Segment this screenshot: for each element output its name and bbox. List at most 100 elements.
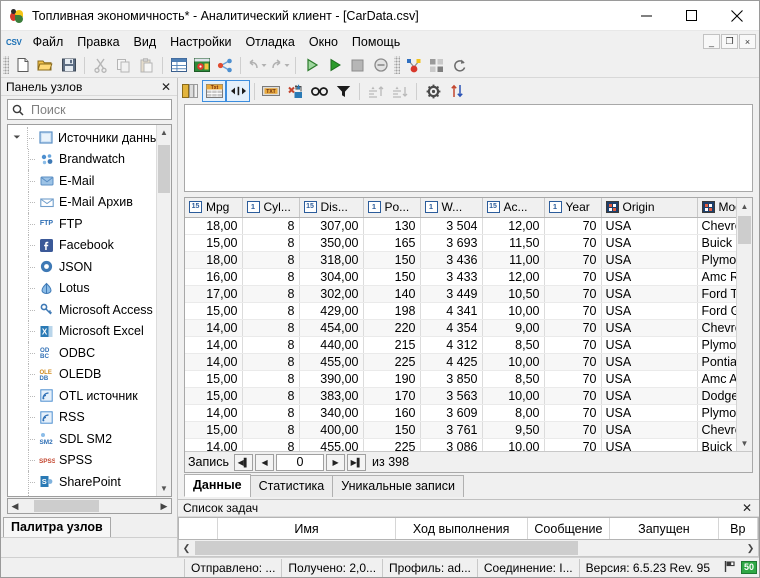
scroll-up-icon[interactable]: ▲ [737, 198, 752, 214]
column-header-mpg[interactable]: Mpg [185, 198, 243, 218]
close-icon[interactable]: ✕ [159, 80, 173, 94]
tree-scroll-thumb[interactable] [158, 145, 170, 193]
table-row[interactable]: 18,008318,001503 43611,0070USAPlymouth S… [185, 251, 736, 269]
open-folder-icon[interactable] [34, 54, 57, 76]
run-all-icon[interactable] [323, 54, 346, 76]
scroll-down-icon[interactable]: ▼ [157, 481, 171, 496]
chevron-down-icon[interactable]: ⏷ [11, 132, 23, 143]
task-column-index[interactable] [179, 518, 219, 539]
text-field-icon[interactable]: TXT [259, 80, 283, 102]
tree-hscroll-thumb[interactable] [34, 500, 99, 512]
toolbar-grip-2[interactable] [394, 56, 400, 74]
tab-statistics[interactable]: Статистика [249, 475, 334, 497]
tree-item-otl-source[interactable]: OTL источник [8, 385, 156, 407]
task-hscroll-track[interactable] [194, 540, 743, 556]
last-record-icon[interactable]: ▶▌ [347, 453, 367, 471]
settings-gear-icon[interactable] [421, 80, 445, 102]
fit-columns-icon[interactable] [226, 80, 250, 102]
tree-item-brandwatch[interactable]: Brandwatch [8, 148, 156, 171]
grid-scroll-track[interactable] [737, 214, 752, 435]
table-row[interactable]: 14,008340,001603 6098,0070USAPlymouth 'C… [185, 404, 736, 422]
menu-edit[interactable]: Правка [70, 33, 126, 51]
tree-item-email-archive[interactable]: E-Mail Архив [8, 191, 156, 214]
sort-asc-icon[interactable] [364, 80, 388, 102]
tree-item-facebook[interactable]: Facebook [8, 234, 156, 257]
table-row[interactable]: 15,008429,001984 34110,0070USAFord Galax… [185, 302, 736, 320]
redo-icon[interactable] [268, 54, 291, 76]
grid-scroll-thumb[interactable] [738, 216, 751, 244]
mdi-close-button[interactable]: × [739, 34, 756, 49]
share-node-icon[interactable] [213, 54, 236, 76]
column-header-weight[interactable]: W... [420, 198, 483, 218]
workflow-canvas[interactable] [184, 104, 753, 192]
tab-node-palette[interactable]: Палитра узлов [3, 517, 111, 537]
task-hscroll-thumb[interactable] [195, 541, 579, 555]
menu-debug[interactable]: Отладка [238, 33, 301, 51]
export-excel-icon[interactable] [283, 80, 307, 102]
toolbar-grip[interactable] [3, 56, 9, 74]
task-column-started[interactable]: Запущен [610, 518, 719, 539]
mdi-restore-button[interactable]: ❐ [721, 34, 738, 49]
table-row[interactable]: 15,008390,001903 8508,5070USAAmc Ambassa… [185, 370, 736, 388]
tree-vertical-scrollbar[interactable]: ▲ ▼ [156, 125, 171, 496]
table-row[interactable]: 18,008307,001303 50412,0070USAChevrolet … [185, 217, 736, 235]
table-row[interactable]: 14,008454,002204 3549,0070USAChevrolet I… [185, 319, 736, 337]
table-row[interactable]: 14,008455,002254 42510,0070USAPontiac Ca… [185, 353, 736, 371]
tree-item-spss[interactable]: SPSS SPSS [8, 449, 156, 472]
first-record-icon[interactable]: ◀▌ [234, 453, 254, 471]
tree-item-ms-excel[interactable]: X Microsoft Excel [8, 320, 156, 343]
tree-item-sharepoint[interactable]: S SharePoint [8, 471, 156, 493]
column-header-displacement[interactable]: Dis... [299, 198, 364, 218]
menu-settings[interactable]: Настройки [163, 33, 238, 51]
tree-item-odbc[interactable]: OD BC ODBC [8, 342, 156, 364]
next-record-icon[interactable]: ▶ [326, 453, 346, 471]
cut-icon[interactable] [89, 54, 112, 76]
tree-item-twitter[interactable]: Twitter [8, 492, 156, 496]
grid-vertical-scrollbar[interactable]: ▲ ▼ [736, 198, 752, 451]
table-row[interactable]: 17,008302,001403 44910,5070USAFord Torin… [185, 285, 736, 303]
cancel-icon[interactable] [369, 54, 392, 76]
tree-item-ftp[interactable]: FTP FTP [8, 213, 156, 235]
scroll-left-icon[interactable]: ❮ [179, 543, 194, 554]
search-input[interactable] [29, 101, 167, 118]
task-column-name[interactable]: Имя [218, 518, 396, 539]
split-view-icon[interactable] [178, 80, 202, 102]
menu-file[interactable]: Файл [26, 33, 71, 51]
menu-help[interactable]: Помощь [345, 33, 407, 51]
tab-unique-records[interactable]: Уникальные записи [332, 475, 464, 497]
table-row[interactable]: 16,008304,001503 43312,0070USAAmc Rebel … [185, 268, 736, 286]
tab-data[interactable]: Данные [184, 474, 251, 497]
table-row[interactable]: 15,008383,001703 56310,0070USADodge Chal… [185, 387, 736, 405]
refresh-icon[interactable] [448, 54, 471, 76]
tree-item-lotus[interactable]: Lotus [8, 277, 156, 300]
tree-hscroll-track[interactable] [22, 499, 157, 513]
column-header-year[interactable]: Year [544, 198, 602, 218]
table-row[interactable]: 14,008440,002154 3128,5070USAPlymouth Fu… [185, 336, 736, 354]
sort-updown-icon[interactable] [445, 80, 469, 102]
tree-item-ms-access[interactable]: Microsoft Access [8, 299, 156, 321]
run-icon[interactable] [300, 54, 323, 76]
scroll-up-icon[interactable]: ▲ [157, 125, 171, 140]
save-icon[interactable] [57, 54, 80, 76]
menu-window[interactable]: Окно [302, 33, 345, 51]
task-column-message[interactable]: Сообщение [527, 518, 611, 539]
paste-icon[interactable] [135, 54, 158, 76]
task-column-progress[interactable]: Ход выполнения [395, 518, 528, 539]
close-icon[interactable]: ✕ [740, 501, 754, 515]
column-header-cylinders[interactable]: Cyl... [242, 198, 300, 218]
grid-headers-icon[interactable]: Txt [202, 80, 226, 102]
node-palette-icon[interactable] [402, 54, 425, 76]
previous-record-icon[interactable]: ◀ [255, 453, 275, 471]
image-export-icon[interactable] [190, 54, 213, 76]
copy-icon[interactable] [112, 54, 135, 76]
search-box[interactable] [7, 99, 172, 120]
tree-root-data-sources[interactable]: ⏷ Источники данных [8, 127, 156, 149]
layout-grid-icon[interactable] [425, 54, 448, 76]
table-row[interactable]: 15,008400,001503 7619,5070USAChevrolet M… [185, 421, 736, 439]
new-icon[interactable] [11, 54, 34, 76]
column-header-origin[interactable]: Origin [601, 198, 698, 218]
sort-desc-icon[interactable] [388, 80, 412, 102]
tree-horizontal-scrollbar[interactable]: ◀ ▶ [7, 498, 172, 514]
tree-scroll-track[interactable] [157, 140, 171, 481]
column-header-model[interactable]: Model [697, 198, 736, 218]
